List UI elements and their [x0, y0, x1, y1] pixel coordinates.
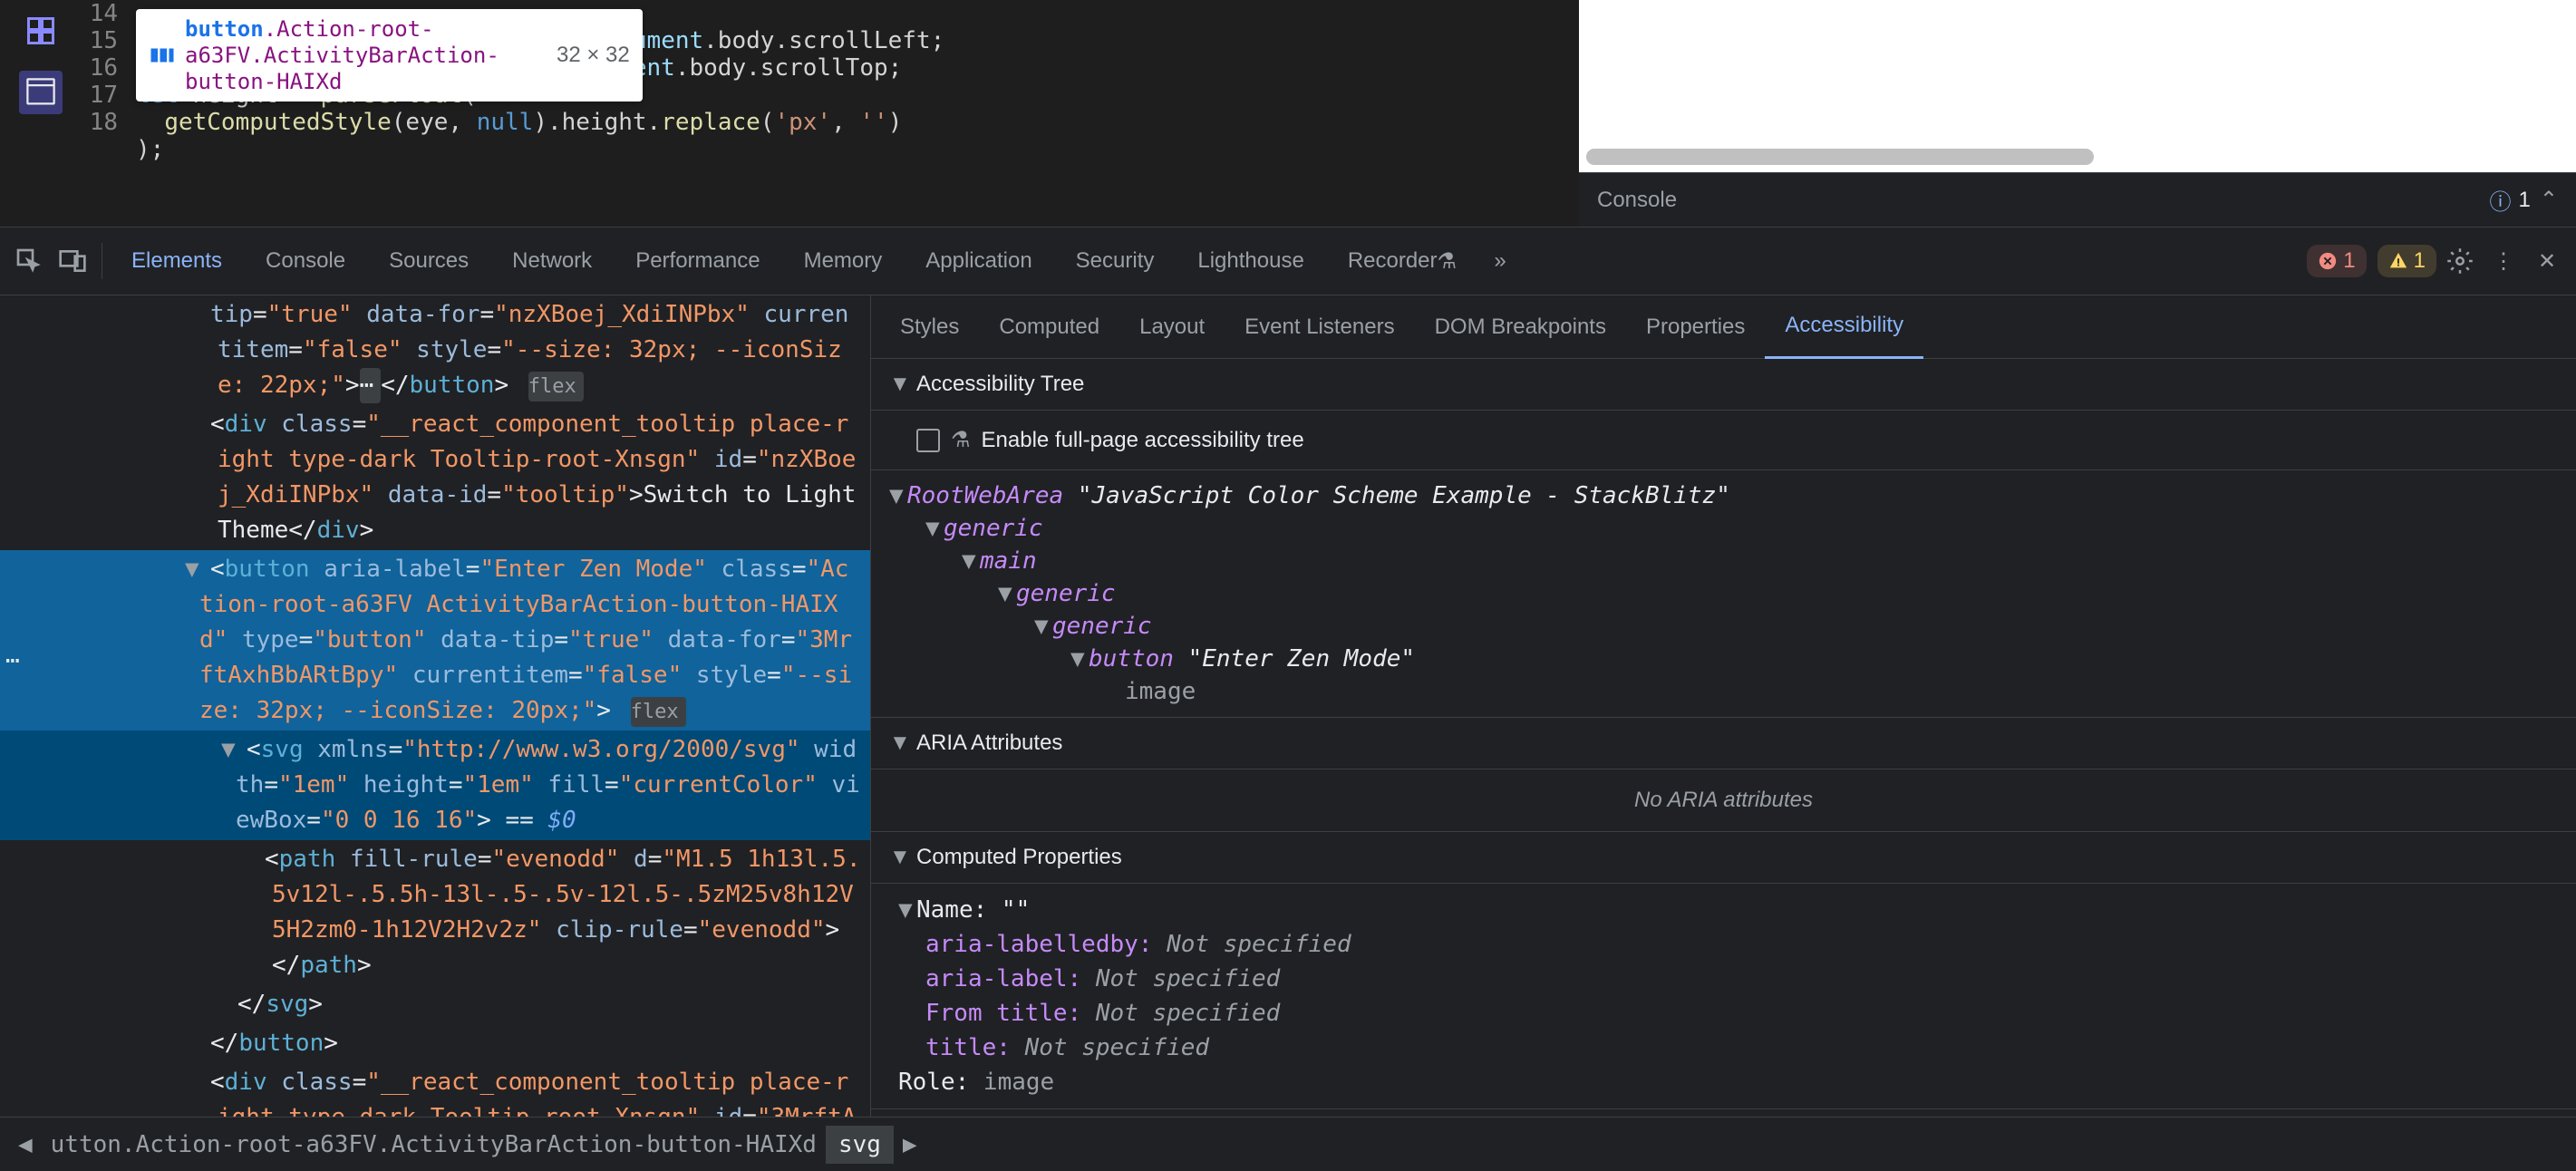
console-label: Console — [1597, 188, 2490, 213]
tab-computed[interactable]: Computed — [979, 295, 1119, 359]
elements-tree[interactable]: ⋯ tip="true" data-for="nzXBoej_XdiINPbx"… — [0, 295, 870, 1117]
tab-sources[interactable]: Sources — [369, 227, 489, 295]
tab-console[interactable]: Console — [246, 227, 365, 295]
flask-icon: ⚗ — [951, 427, 971, 453]
chevron-down-icon: ▼ — [889, 731, 907, 756]
tree-node[interactable]: <div class="__react_component_tooltip pl… — [0, 405, 870, 550]
chevron-down-icon: ▼ — [889, 372, 907, 397]
zen-mode-icon[interactable] — [19, 71, 63, 114]
warning-badge[interactable]: 1 — [2377, 245, 2436, 277]
section-aria-attributes[interactable]: ▼ ARIA Attributes — [871, 718, 2576, 769]
computed-properties-body: ▼Name: "" aria-labelledby: Not specified… — [871, 884, 2576, 1109]
scroll-right-icon[interactable]: ▶ — [894, 1131, 926, 1158]
tab-lighthouse[interactable]: Lighthouse — [1177, 227, 1323, 295]
breadcrumb[interactable]: ◀ utton.Action-root-a63FV.ActivityBarAct… — [0, 1117, 2576, 1171]
tree-node[interactable]: <div class="__react_component_tooltip pl… — [0, 1063, 870, 1117]
tooltip-dimensions: 32 × 32 — [557, 43, 630, 68]
accessibility-tree[interactable]: ▼RootWebArea "JavaScript Color Scheme Ex… — [871, 470, 2576, 718]
enable-fullpage-row[interactable]: ⚗ Enable full-page accessibility tree — [916, 420, 2558, 460]
tree-node-highlighted[interactable]: ▼<svg xmlns="http://www.w3.org/2000/svg"… — [0, 731, 870, 840]
tree-node[interactable]: </svg> — [0, 985, 870, 1024]
activity-bar — [0, 0, 82, 172]
tab-security[interactable]: Security — [1056, 227, 1175, 295]
more-tabs-icon[interactable]: » — [1480, 241, 1520, 281]
flex-icon — [149, 42, 176, 69]
device-toggle-icon[interactable] — [53, 241, 92, 281]
console-drawer-header[interactable]: Console ⓘ 1 ⌃ — [1579, 172, 2576, 227]
line-gutter: 14 15 16 17 18 — [82, 0, 136, 172]
console-count: 1 — [2519, 188, 2531, 213]
checkbox[interactable] — [916, 429, 940, 452]
tree-node[interactable]: <path fill-rule="evenodd" d="M1.5 1h13l.… — [0, 840, 870, 985]
tree-node[interactable]: </button> — [0, 1024, 870, 1063]
preview-blank — [1579, 0, 2576, 172]
tab-properties[interactable]: Properties — [1626, 295, 1765, 359]
breadcrumb-item-active[interactable]: svg — [826, 1126, 894, 1164]
toggle-icon[interactable] — [19, 9, 63, 53]
info-icon[interactable]: ⓘ — [2490, 184, 2512, 216]
error-badge[interactable]: 1 — [2307, 245, 2366, 277]
devtools-tabbar: Elements Console Sources Network Perform… — [0, 227, 2576, 295]
tab-layout[interactable]: Layout — [1119, 295, 1225, 359]
name-row: Name: "" — [916, 896, 1030, 924]
settings-icon[interactable] — [2440, 241, 2480, 281]
tree-node[interactable]: tip="true" data-for="nzXBoej_XdiINPbx" c… — [0, 295, 870, 405]
tab-application[interactable]: Application — [905, 227, 1051, 295]
section-accessibility-tree[interactable]: ▼ Accessibility Tree — [871, 359, 2576, 411]
section-computed-properties[interactable]: ▼ Computed Properties — [871, 832, 2576, 884]
tooltip-selector: button.Action-root-a63FV.ActivityBarActi… — [185, 16, 547, 94]
tab-event-listeners[interactable]: Event Listeners — [1225, 295, 1414, 359]
enable-fullpage-label: Enable full-page accessibility tree — [982, 428, 1304, 453]
tab-memory[interactable]: Memory — [784, 227, 903, 295]
tab-performance[interactable]: Performance — [615, 227, 780, 295]
tab-dom-breakpoints[interactable]: DOM Breakpoints — [1415, 295, 1626, 359]
close-icon[interactable]: ✕ — [2527, 241, 2567, 281]
chevron-down-icon: ▼ — [889, 845, 907, 870]
section-source-order[interactable]: ▼ Source Order Viewer — [871, 1109, 2576, 1117]
gutter-dots-icon[interactable]: ⋯ — [5, 647, 22, 674]
breadcrumb-item[interactable]: utton.Action-root-a63FV.ActivityBarActio… — [42, 1131, 826, 1158]
scrollbar-horizontal[interactable] — [1586, 149, 2094, 165]
inspect-icon[interactable] — [9, 241, 49, 281]
tab-network[interactable]: Network — [492, 227, 612, 295]
element-tooltip: button.Action-root-a63FV.ActivityBarActi… — [136, 9, 643, 102]
kebab-menu-icon[interactable]: ⋮ — [2484, 241, 2523, 281]
chevron-up-icon[interactable]: ⌃ — [2540, 187, 2558, 213]
scroll-left-icon[interactable]: ◀ — [9, 1131, 42, 1158]
tab-recorder[interactable]: Recorder ⚗ — [1328, 227, 1477, 295]
flask-icon: ⚗ — [1438, 248, 1457, 275]
error-icon — [2318, 251, 2338, 271]
warning-icon — [2388, 251, 2408, 271]
tab-elements[interactable]: Elements — [111, 227, 242, 295]
tab-accessibility[interactable]: Accessibility — [1765, 295, 1923, 359]
styles-tabbar: Styles Computed Layout Event Listeners D… — [871, 295, 2576, 359]
tab-styles[interactable]: Styles — [880, 295, 979, 359]
no-aria-message: No ARIA attributes — [871, 769, 2576, 832]
styles-sidebar: Styles Computed Layout Event Listeners D… — [870, 295, 2576, 1117]
tree-node-selected[interactable]: ▼<button aria-label="Enter Zen Mode" cla… — [0, 550, 870, 731]
